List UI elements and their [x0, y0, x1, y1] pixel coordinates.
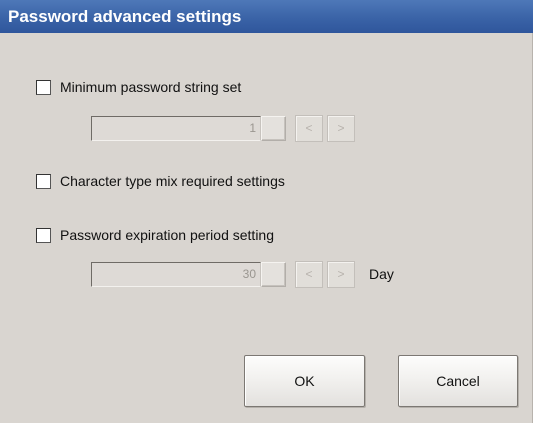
expiration-increment-button[interactable]: >: [327, 261, 355, 288]
character-mix-label: Character type mix required settings: [60, 173, 285, 189]
character-mix-checkbox[interactable]: [36, 173, 51, 189]
minimum-length-increment-button[interactable]: >: [327, 115, 355, 142]
ok-button[interactable]: OK: [244, 355, 365, 407]
minimum-length-spin-button[interactable]: [261, 116, 286, 141]
character-mix-row[interactable]: Character type mix required settings: [36, 171, 285, 191]
expiration-row[interactable]: Password expiration period setting: [36, 225, 274, 245]
minimum-length-label: Minimum password string set: [60, 79, 242, 95]
expiration-decrement-button[interactable]: <: [295, 261, 323, 288]
expiration-value-field[interactable]: 30: [91, 262, 261, 287]
expiration-checkbox[interactable]: [36, 227, 51, 243]
expiration-label: Password expiration period setting: [60, 227, 275, 243]
password-advanced-settings-dialog: Password advanced settings Minimum passw…: [0, 0, 533, 423]
cancel-button[interactable]: Cancel: [398, 355, 518, 407]
minimum-length-value-field[interactable]: 1: [91, 116, 261, 141]
expiration-spin-button[interactable]: [261, 262, 286, 287]
minimum-length-decrement-button[interactable]: <: [295, 115, 323, 142]
expiration-unit-label: Day: [369, 266, 394, 282]
dialog-title: Password advanced settings: [0, 0, 533, 33]
minimum-length-checkbox[interactable]: [36, 79, 51, 95]
minimum-length-row[interactable]: Minimum password string set: [36, 77, 241, 97]
